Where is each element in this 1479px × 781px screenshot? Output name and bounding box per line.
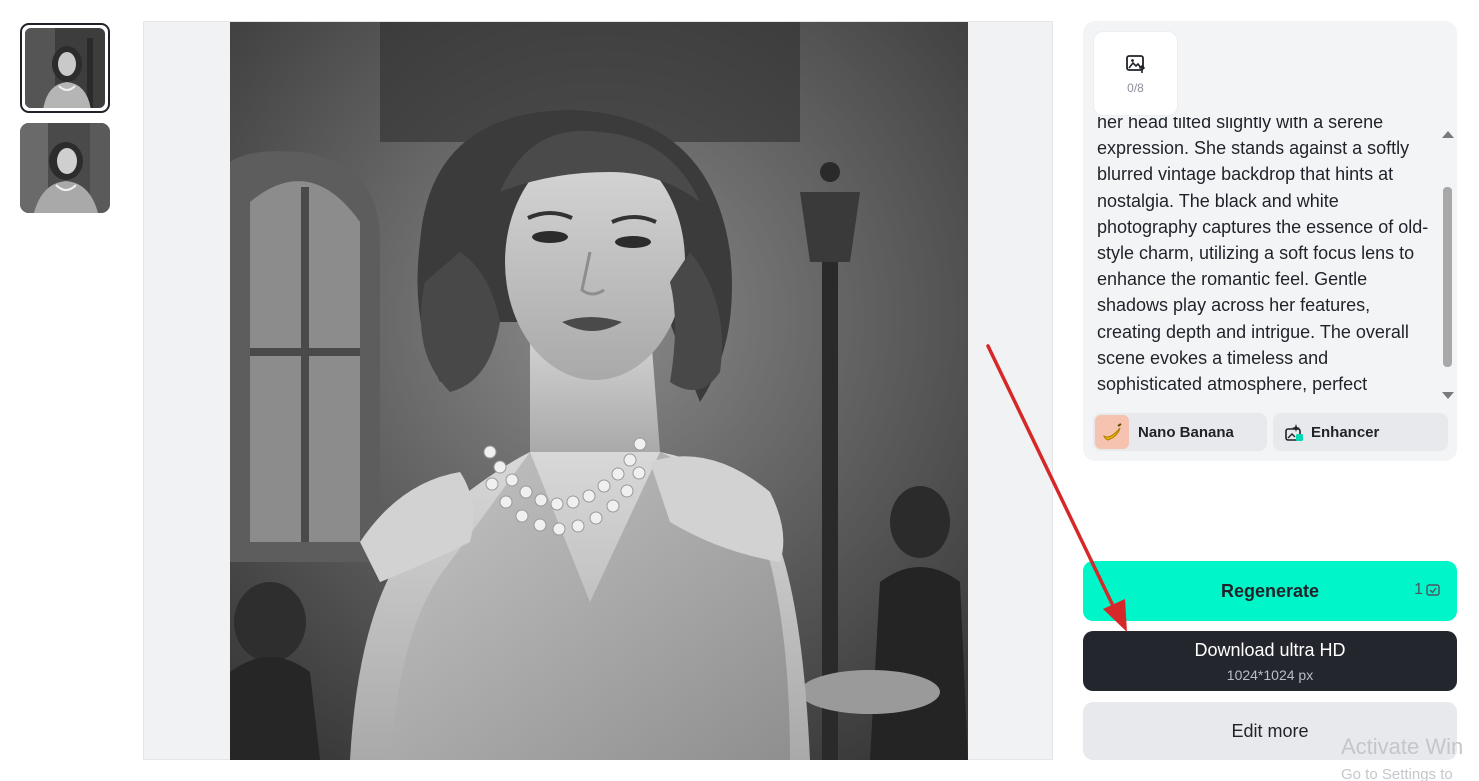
upload-count: 0/8 [1127, 80, 1144, 95]
scroll-up-arrow-icon[interactable] [1442, 131, 1454, 138]
enhancer-button[interactable]: Enhancer [1273, 413, 1448, 451]
prompt-textarea[interactable]: her head tilted slightly with a serene e… [1097, 117, 1432, 403]
image-result-page: 0/8 her head tilted slightly with a sere… [0, 0, 1479, 781]
prompt-panel: 0/8 her head tilted slightly with a sere… [1083, 21, 1457, 461]
model-selector-button[interactable]: Nano Banana [1093, 413, 1267, 451]
enhancer-label: Enhancer [1311, 423, 1380, 441]
thumbnail-image [25, 28, 105, 108]
credit-cost: 1 [1414, 581, 1441, 599]
reference-image-upload[interactable]: 0/8 [1093, 31, 1178, 116]
regenerate-button[interactable]: Regenerate 1 [1083, 561, 1457, 621]
thumbnail-2[interactable] [20, 123, 110, 213]
image-upload-icon [1125, 54, 1145, 73]
download-label: Download ultra HD [1194, 639, 1346, 660]
banana-model-icon [1095, 415, 1129, 449]
image-viewer [143, 21, 1053, 760]
prompt-scrollbar-thumb[interactable] [1443, 187, 1452, 367]
windows-activation-watermark-sub: Go to Settings to [1341, 766, 1453, 781]
download-resolution: 1024*1024 px [1226, 666, 1314, 683]
download-ultra-hd-button[interactable]: Download ultra HD 1024*1024 px [1083, 631, 1457, 691]
credit-cost-value: 1 [1414, 581, 1423, 598]
credit-icon [1426, 584, 1440, 596]
regenerate-label: Regenerate [1220, 580, 1320, 601]
enhancer-icon [1283, 415, 1305, 449]
prompt-text-content: her head tilted slightly with a serene e… [1097, 117, 1429, 395]
model-label: Nano Banana [1138, 423, 1234, 441]
generated-image[interactable] [230, 22, 968, 760]
thumbnail-1-selected[interactable] [20, 23, 110, 113]
thumbnail-image [20, 123, 110, 213]
scroll-down-arrow-icon[interactable] [1442, 392, 1454, 399]
windows-activation-watermark: Activate Win [1341, 734, 1464, 759]
edit-more-label: Edit more [1231, 720, 1309, 741]
